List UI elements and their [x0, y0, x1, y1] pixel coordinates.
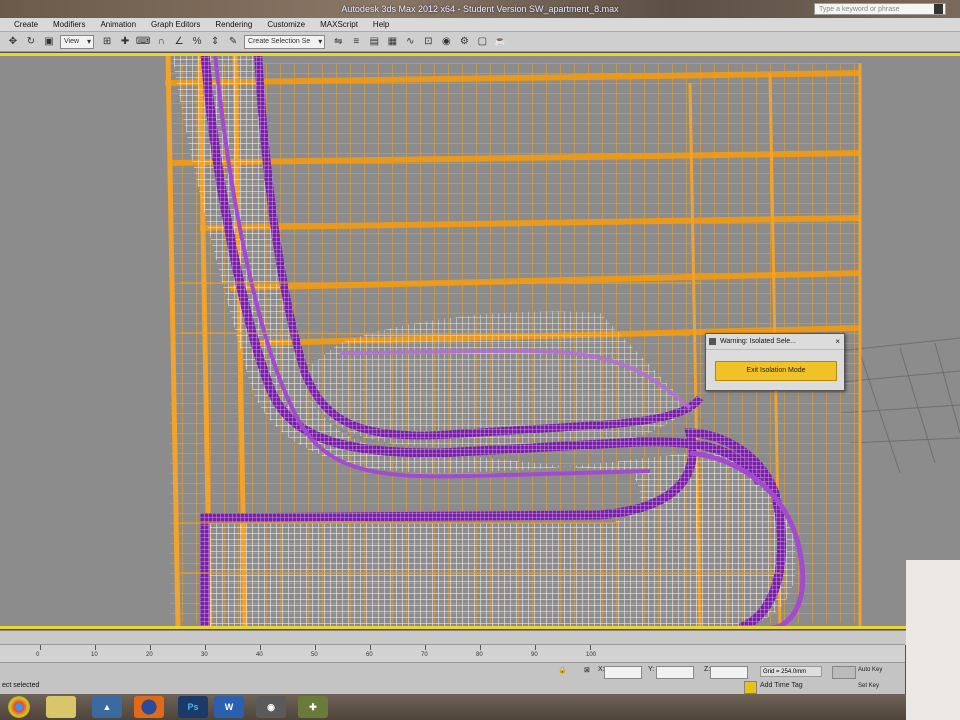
timeline-tick-label: 70: [421, 652, 428, 658]
timeline-tick: [590, 645, 591, 650]
timeline-tick: [370, 645, 371, 650]
menu-rendering[interactable]: Rendering: [215, 20, 252, 29]
menu-create[interactable]: Create: [14, 20, 38, 29]
main-toolbar: ✥ ↻ ▣ View ⊞ ✚ ⌨ ∩ ∠ % ⇕ ✎ Create Select…: [0, 32, 960, 52]
search-icon[interactable]: [934, 4, 943, 14]
rendered-frame-icon[interactable]: ▢: [475, 35, 489, 49]
align-icon[interactable]: ≡: [349, 35, 363, 49]
timeline-tick: [40, 645, 41, 650]
lock-selection-icon[interactable]: 🔒: [558, 666, 567, 674]
timeline-tick-label: 40: [256, 652, 263, 658]
dialog-title: Warning: Isolated Sele...: [720, 338, 797, 345]
timeline-tick: [425, 645, 426, 650]
menu-graph-editors[interactable]: Graph Editors: [151, 20, 200, 29]
timeline-tick-label: 30: [201, 652, 208, 658]
timeline-tick-label: 80: [476, 652, 483, 658]
isolation-warning-dialog: Warning: Isolated Sele... × Exit Isolati…: [705, 333, 845, 391]
curve-editor-icon[interactable]: ∿: [403, 35, 417, 49]
menu-modifiers[interactable]: Modifiers: [53, 20, 85, 29]
rotate-icon[interactable]: ↻: [24, 35, 38, 49]
help-search-placeholder: Type a keyword or phrase: [819, 6, 900, 13]
firefox-icon[interactable]: [134, 696, 164, 718]
help-search-input[interactable]: Type a keyword or phrase: [814, 3, 946, 15]
exit-isolation-mode-button[interactable]: Exit Isolation Mode: [715, 361, 837, 381]
timeline-tick-label: 20: [146, 652, 153, 658]
render-setup-icon[interactable]: ⚙: [457, 35, 471, 49]
timeline-tick: [260, 645, 261, 650]
window-title: Autodesk 3ds Max 2012 x64 - Student Vers…: [341, 4, 619, 14]
layer-manager-icon[interactable]: ▤: [367, 35, 381, 49]
app-icon[interactable]: ◉: [256, 696, 286, 718]
graphite-toggle-icon[interactable]: ▦: [385, 35, 399, 49]
timeline-tick-label: 50: [311, 652, 318, 658]
grid-spacing: Grid = 254.0mm: [760, 666, 822, 677]
spinner-snap-icon[interactable]: ⇕: [208, 35, 222, 49]
timeline-tick-label: 10: [91, 652, 98, 658]
timeline-tick: [315, 645, 316, 650]
snaps-toggle-icon[interactable]: ∩: [154, 35, 168, 49]
menu-maxscript[interactable]: MAXScript: [320, 20, 358, 29]
menu-customize[interactable]: Customize: [267, 20, 305, 29]
keyboard-shortcut-icon[interactable]: ⌨: [136, 35, 150, 49]
dialog-app-icon: [709, 338, 716, 345]
timeline-tick-label: 0: [36, 652, 40, 658]
schematic-view-icon[interactable]: ⊡: [421, 35, 435, 49]
key-mode-button[interactable]: [832, 666, 856, 679]
app2-icon[interactable]: ✚: [298, 696, 328, 718]
word-icon[interactable]: W: [214, 696, 244, 718]
named-selection-set-dropdown[interactable]: Create Selection Se: [244, 34, 326, 49]
percent-snap-icon[interactable]: %: [190, 35, 204, 49]
y-coord-label: Y:: [648, 666, 655, 673]
y-coord-field[interactable]: [656, 666, 694, 679]
folder-icon[interactable]: [46, 696, 76, 718]
close-icon[interactable]: ×: [835, 334, 840, 349]
x-coord-field[interactable]: [604, 666, 642, 679]
material-editor-icon[interactable]: ◉: [439, 35, 453, 49]
timeline-tick: [480, 645, 481, 650]
dialog-header[interactable]: Warning: Isolated Sele... ×: [706, 334, 844, 350]
menu-help[interactable]: Help: [373, 20, 389, 29]
timeline-tick-label: 100: [586, 652, 597, 658]
set-key-button[interactable]: Set Key: [858, 683, 879, 689]
scale-icon[interactable]: ▣: [42, 35, 56, 49]
timeline-tick: [535, 645, 536, 650]
track-bar[interactable]: 0 10 20 30 40 50 60 70 80 90 100: [0, 644, 905, 663]
z-coord-field[interactable]: [710, 666, 748, 679]
auto-key-button[interactable]: Auto Key: [858, 667, 882, 673]
time-tag-icon[interactable]: [744, 681, 757, 694]
menu-bar: Create Modifiers Animation Graph Editors…: [0, 18, 960, 32]
edit-named-selection-icon[interactable]: ✎: [226, 35, 240, 49]
timeline-tick: [150, 645, 151, 650]
move-icon[interactable]: ✥: [6, 35, 20, 49]
mirror-icon[interactable]: ⇋: [331, 35, 345, 49]
reference-coordinate-dropdown[interactable]: View: [60, 34, 95, 49]
viewport-active-border-top: [0, 53, 960, 56]
absolute-mode-icon[interactable]: ⊠: [584, 666, 590, 674]
angle-snap-icon[interactable]: ∠: [172, 35, 186, 49]
webcam-overlay: [906, 560, 960, 720]
chrome-icon[interactable]: [8, 696, 30, 718]
render-icon[interactable]: ☕: [493, 35, 507, 49]
select-manipulate-icon[interactable]: ✚: [118, 35, 132, 49]
3dsmax-taskbar-icon[interactable]: ▲: [92, 696, 122, 718]
time-slider[interactable]: [0, 630, 960, 645]
viewport-active-border-bottom: [0, 626, 960, 629]
menu-animation[interactable]: Animation: [100, 20, 136, 29]
timeline-tick: [205, 645, 206, 650]
timeline-tick-label: 90: [531, 652, 538, 658]
pivot-icon[interactable]: ⊞: [100, 35, 114, 49]
photoshop-icon[interactable]: Ps: [178, 696, 208, 718]
timeline-tick-label: 60: [366, 652, 373, 658]
status-prompt: ect selected: [2, 682, 40, 689]
timeline-tick: [95, 645, 96, 650]
add-time-tag[interactable]: Add Time Tag: [760, 682, 803, 689]
